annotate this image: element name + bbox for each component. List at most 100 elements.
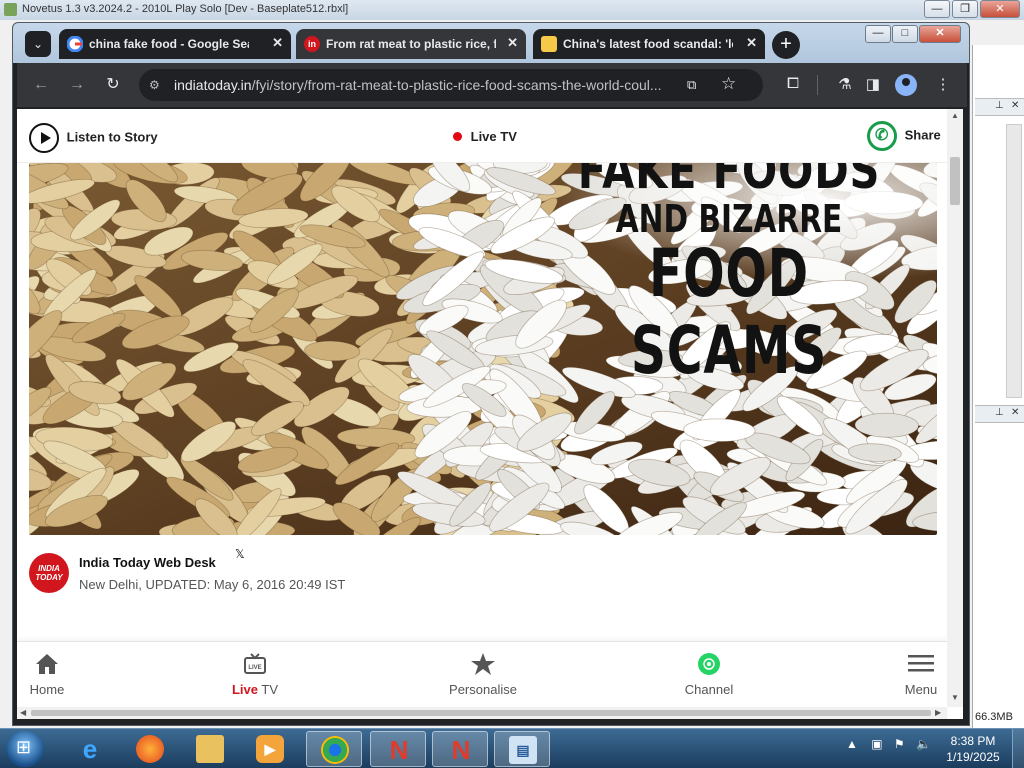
pin-icon[interactable]: ⊥ <box>995 100 1004 111</box>
maximize-button[interactable]: □ <box>892 25 918 43</box>
taskbar-novetus-2[interactable]: N <box>432 731 488 767</box>
vertical-scroll-thumb[interactable] <box>950 157 960 205</box>
app-icon <box>4 3 17 16</box>
nav-home[interactable]: Home <box>25 652 69 697</box>
site-info-icon[interactable]: ⚙ <box>149 77 165 93</box>
x-twitter-icon[interactable]: 𝕏 <box>235 547 245 561</box>
url-text[interactable]: indiatoday.in/fyi/story/from-rat-meat-to… <box>174 77 684 93</box>
taskbar-internet-explorer[interactable]: e <box>62 731 118 767</box>
live-dot-icon <box>453 132 462 141</box>
labs-flask-icon[interactable]: ⚗ <box>835 75 855 93</box>
live-tv-link[interactable]: Live TV <box>453 129 517 144</box>
address-bar[interactable]: ⚙ indiatoday.in/fyi/story/from-rat-meat-… <box>139 69 763 101</box>
clock-date: 1/19/2025 <box>946 750 1000 764</box>
install-app-icon[interactable]: ⧉ <box>687 77 703 93</box>
tab-close-icon[interactable]: ✕ <box>507 35 518 51</box>
tab-title: china fake food - Google Searc <box>89 37 249 51</box>
browser-toolbar: ← → ↻ ⚙ indiatoday.in/fyi/story/from-rat… <box>17 63 967 107</box>
bookmark-star-icon[interactable]: ☆ <box>721 74 736 94</box>
bg-restore-button[interactable]: ❐ <box>952 0 978 18</box>
taskbar-control-panel[interactable]: ▤ <box>494 731 550 767</box>
share-label: Share <box>904 127 941 143</box>
clock-time: 8:38 PM <box>950 734 996 748</box>
share-button[interactable]: Share <box>867 121 941 151</box>
bg-pane-header: ⊥ ✕ <box>975 98 1024 116</box>
scroll-left-arrow-icon[interactable]: ◀ <box>20 708 26 717</box>
memory-readout: 66.3MB <box>975 711 1013 723</box>
story-action-bar: Listen to Story Live TV Share <box>17 109 947 163</box>
folder-icon <box>196 735 224 763</box>
taskbar-firefox[interactable] <box>122 731 178 767</box>
tab-search-button[interactable]: ⌄ <box>25 31 51 57</box>
close-window-button[interactable]: ✕ <box>919 25 961 43</box>
nav-live-label: Live TV <box>231 682 278 697</box>
tab-india-today[interactable]: in From rat meat to plastic rice, fr ✕ <box>296 29 526 59</box>
extensions-icon[interactable]: ⧠ <box>783 75 803 92</box>
nav-home-label: Home <box>29 682 65 697</box>
taskbar-chrome[interactable] <box>306 731 362 767</box>
close-icon[interactable]: ✕ <box>1011 407 1019 418</box>
forward-arrow-icon[interactable]: → <box>65 73 89 97</box>
background-app-titlebar: Novetus 1.3 v3.2024.2 - 2010L Play Solo … <box>0 0 1024 20</box>
url-domain: indiatoday.in <box>174 77 252 93</box>
horizontal-scrollbar[interactable]: ◀ ▶ <box>17 707 947 719</box>
taskbar-media-player[interactable]: ▶ <box>242 731 298 767</box>
scroll-down-arrow-icon[interactable]: ▼ <box>951 693 959 702</box>
reload-icon[interactable]: ↻ <box>101 73 125 97</box>
svg-text:LIVE: LIVE <box>248 665 261 671</box>
bg-minimize-button[interactable]: — <box>924 0 950 18</box>
new-tab-button[interactable]: + <box>772 31 800 59</box>
action-center-flag-icon[interactable]: ⚑ <box>894 737 905 751</box>
nav-channel[interactable]: Channel <box>681 652 737 697</box>
nav-live-tv[interactable]: LIVE Live TV <box>227 652 283 697</box>
vertical-scrollbar[interactable]: ▲ ▼ <box>947 109 963 707</box>
horizontal-scroll-thumb[interactable] <box>31 710 931 716</box>
volume-icon[interactable]: 🔈 <box>916 737 931 751</box>
close-icon[interactable]: ✕ <box>1011 100 1019 111</box>
live-tv-icon: LIVE <box>227 652 283 678</box>
nav-menu-label: Menu <box>904 682 938 697</box>
pin-icon[interactable]: ⊥ <box>995 407 1004 418</box>
scroll-up-arrow-icon[interactable]: ▲ <box>951 111 959 120</box>
tray-expand-icon[interactable]: ▲ <box>846 737 858 751</box>
listen-to-story-button[interactable]: Listen to Story <box>29 123 158 153</box>
nav-channel-label: Channel <box>684 682 734 697</box>
scroll-right-arrow-icon[interactable]: ▶ <box>935 708 941 717</box>
background-app-title: Novetus 1.3 v3.2024.2 - 2010L Play Solo … <box>22 3 349 15</box>
whatsapp-icon <box>867 121 897 151</box>
back-arrow-icon[interactable]: ← <box>29 73 53 97</box>
nav-menu[interactable]: Menu <box>901 652 941 697</box>
tab-google-search[interactable]: china fake food - Google Searc ✕ <box>59 29 291 59</box>
tab-close-icon[interactable]: ✕ <box>272 35 283 51</box>
novetus-icon: N <box>451 735 471 765</box>
india-today-favicon-icon: in <box>304 36 320 52</box>
tab-china-food-scandal[interactable]: China's latest food scandal: 'le ✕ <box>533 29 765 59</box>
nav-personalise[interactable]: Personalise <box>445 652 521 697</box>
bg-pane-scrollbar[interactable] <box>1006 124 1022 398</box>
taskbar-novetus-1[interactable]: N <box>370 731 426 767</box>
start-button[interactable] <box>6 731 44 767</box>
india-today-logo[interactable]: INDIA TODAY <box>29 553 69 593</box>
taskbar-explorer[interactable] <box>182 731 238 767</box>
bg-close-button[interactable]: ✕ <box>980 0 1020 18</box>
toolbar-divider <box>817 75 818 95</box>
author-name[interactable]: India Today Web Desk <box>79 555 216 570</box>
tab-close-icon[interactable]: ✕ <box>746 35 757 51</box>
star-icon <box>445 652 521 678</box>
tab-title: From rat meat to plastic rice, fr <box>326 37 496 51</box>
side-panel-icon[interactable]: ◨ <box>863 75 883 93</box>
network-icon[interactable]: ▣ <box>871 737 882 751</box>
control-panel-icon: ▤ <box>509 736 537 764</box>
show-desktop-button[interactable] <box>1012 729 1024 768</box>
url-path: /fyi/story/from-rat-meat-to-plastic-rice… <box>251 77 662 93</box>
minimize-button[interactable]: — <box>865 25 891 43</box>
system-clock[interactable]: 8:38 PM 1/19/2025 <box>938 733 1008 765</box>
hero-line-3: FOOD SCAMS <box>630 235 828 389</box>
profile-avatar-icon[interactable] <box>895 74 917 96</box>
home-icon <box>25 652 69 678</box>
tab-title: China's latest food scandal: 'le <box>563 37 733 51</box>
google-favicon-icon <box>66 35 84 53</box>
bg-pane-header-2: ⊥ ✕ <box>975 405 1024 423</box>
menu-kebab-icon[interactable]: ⋮ <box>933 75 953 93</box>
nav-personalise-label: Personalise <box>449 682 517 697</box>
